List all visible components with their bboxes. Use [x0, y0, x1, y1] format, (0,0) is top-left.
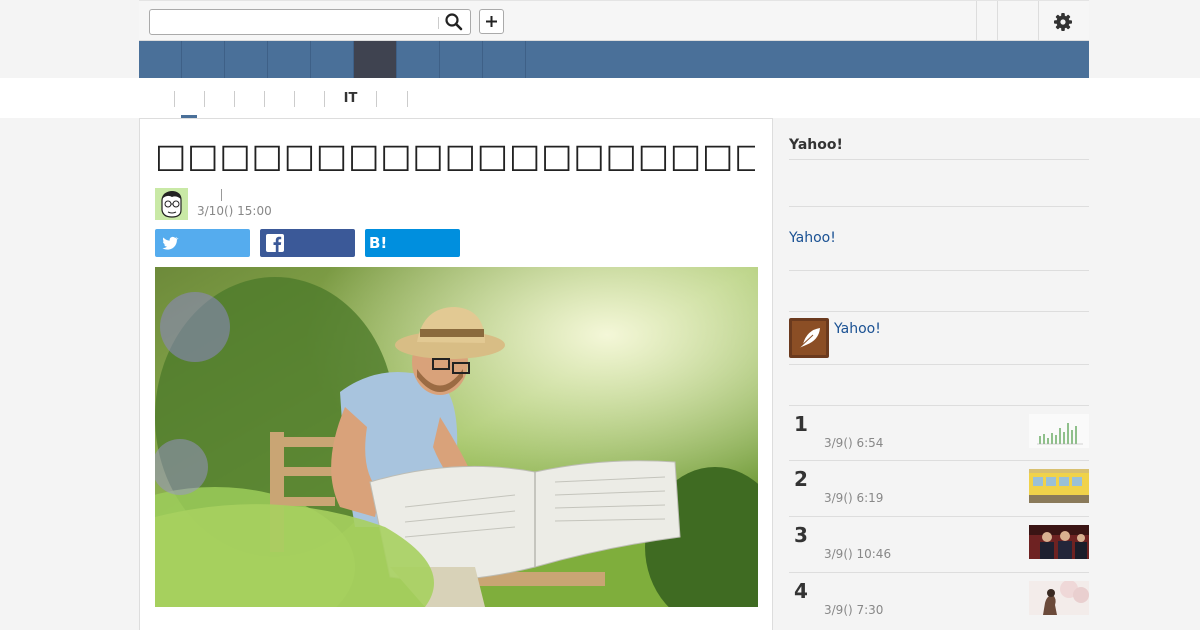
search-icon — [445, 13, 463, 31]
rank-time: 3/9() 7:30 — [824, 603, 884, 617]
rank-time: 3/9() 6:19 — [824, 491, 884, 505]
topbar-divider — [976, 1, 977, 41]
rank-time: 3/9() 10:46 — [824, 547, 892, 561]
subnav-tab[interactable] — [234, 91, 264, 107]
rank-thumbnail — [1029, 525, 1089, 559]
sub-nav: IT — [0, 78, 1200, 118]
man-reading-newspaper-image — [155, 267, 758, 607]
hatena-bookmark-icon: B! — [369, 234, 388, 252]
nav-item[interactable] — [182, 41, 225, 78]
feather-icon — [789, 318, 829, 358]
nav-item[interactable] — [397, 41, 440, 78]
sidebar: Yahoo! Yahoo! Yahoo! 1 3/9() 6:54 2 3/9(… — [773, 118, 1089, 630]
article-date: 3/10() 15:00 — [197, 204, 272, 218]
rank-number: 2 — [794, 467, 808, 491]
author-feather-icon[interactable] — [789, 318, 829, 358]
search-input[interactable] — [154, 13, 436, 31]
hatena-bookmark-button[interactable]: B! — [365, 229, 460, 257]
category-nav — [139, 41, 1089, 78]
subnav-tab[interactable] — [204, 91, 234, 107]
chart-thumbnail-image — [1029, 414, 1089, 448]
sidebar-author-link[interactable]: Yahoo! — [834, 321, 881, 337]
settings-button[interactable] — [1051, 10, 1075, 34]
nav-item[interactable] — [311, 41, 354, 78]
divider — [789, 311, 1089, 312]
search-divider — [438, 17, 439, 29]
subnav-tab[interactable] — [264, 91, 294, 107]
rank-time: 3/9() 6:54 — [824, 436, 884, 450]
nav-item[interactable] — [225, 41, 268, 78]
subnav-tab[interactable] — [294, 91, 324, 107]
facebook-icon — [266, 234, 284, 252]
rank-thumbnail — [1029, 581, 1089, 615]
search-button[interactable] — [444, 12, 466, 32]
bus-thumbnail-image — [1029, 469, 1089, 503]
rank-thumbnail — [1029, 469, 1089, 503]
article-title: □□□□□□□□□□□□□□□□□□□□□ — [155, 137, 755, 175]
nav-item[interactable] — [483, 41, 526, 78]
add-button[interactable] — [479, 9, 504, 34]
divider — [789, 270, 1089, 271]
ranking-item[interactable]: 4 3/9() 7:30 — [789, 572, 1089, 628]
topbar-divider — [997, 1, 998, 41]
divider — [789, 364, 1089, 365]
ranking-item[interactable]: 2 3/9() 6:19 — [789, 460, 1089, 516]
divider — [789, 159, 1089, 160]
ranking-item[interactable]: 3 3/9() 10:46 — [789, 516, 1089, 572]
ranking-item[interactable]: 1 3/9() 6:54 — [789, 405, 1089, 461]
article-main: □□□□□□□□□□□□□□□□□□□□□ 3/10() 15:00 B! — [139, 118, 773, 630]
nav-item[interactable] — [268, 41, 311, 78]
people-thumbnail-image — [1029, 525, 1089, 559]
author-divider — [221, 189, 222, 201]
author-avatar-image — [155, 188, 188, 220]
rank-number: 3 — [794, 523, 808, 547]
facebook-share-button[interactable] — [260, 229, 355, 257]
subnav-tab[interactable] — [174, 91, 204, 107]
rank-number: 1 — [794, 412, 808, 436]
twitter-icon — [162, 236, 179, 250]
sidebar-heading: Yahoo! — [789, 137, 843, 153]
plus-icon — [486, 16, 497, 27]
twitter-share-button[interactable] — [155, 229, 250, 257]
topbar-divider — [1038, 1, 1039, 41]
blossom-thumbnail-image — [1029, 581, 1089, 615]
gear-icon — [1054, 13, 1072, 31]
nav-item[interactable] — [440, 41, 483, 78]
rank-thumbnail — [1029, 414, 1089, 448]
rank-number: 4 — [794, 579, 808, 603]
nav-item[interactable] — [139, 41, 182, 78]
search-box — [149, 9, 471, 35]
nav-item-active[interactable] — [354, 41, 397, 78]
article-photo — [155, 267, 758, 607]
subnav-tab-it[interactable]: IT — [324, 91, 376, 107]
sidebar-link[interactable]: Yahoo! — [789, 230, 836, 246]
divider — [789, 206, 1089, 207]
author-avatar[interactable] — [155, 188, 188, 220]
top-utility-bar — [139, 0, 1089, 41]
subnav-tab[interactable] — [376, 91, 408, 107]
